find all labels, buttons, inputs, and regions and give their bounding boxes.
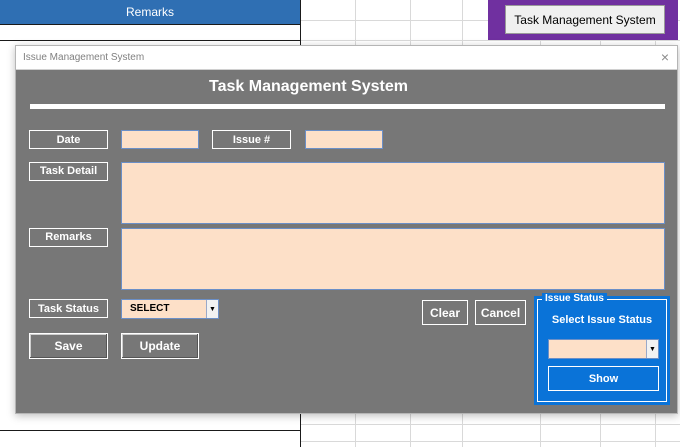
- grid-row-line: [301, 424, 680, 425]
- column-header-remarks[interactable]: Remarks: [0, 0, 300, 25]
- remarks-field[interactable]: [121, 228, 665, 290]
- row-divider: [0, 40, 300, 41]
- date-field[interactable]: [121, 130, 199, 149]
- task-detail-field[interactable]: [121, 162, 665, 224]
- remarks-label: Remarks: [29, 228, 108, 247]
- task-status-dropdown[interactable]: SELECT ▼: [121, 299, 219, 319]
- issue-status-frame: Issue Status Select Issue Status ▼ Show: [534, 293, 670, 405]
- grid-row-line: [301, 441, 680, 442]
- issue-number-field[interactable]: [305, 130, 383, 149]
- cancel-button[interactable]: Cancel: [475, 300, 526, 325]
- issue-status-frame-label: Issue Status: [542, 293, 607, 305]
- form-heading: Task Management System: [209, 78, 408, 95]
- chevron-down-icon[interactable]: ▼: [646, 340, 658, 358]
- chevron-down-icon[interactable]: ▼: [206, 300, 218, 318]
- issue-status-dropdown[interactable]: ▼: [548, 339, 659, 359]
- task-status-value: SELECT: [130, 303, 170, 314]
- date-label: Date: [29, 130, 108, 149]
- close-icon[interactable]: ×: [661, 49, 669, 65]
- open-task-management-button[interactable]: Task Management System: [505, 5, 665, 34]
- select-issue-status-caption: Select Issue Status: [551, 314, 653, 326]
- clear-button[interactable]: Clear: [422, 300, 468, 325]
- task-status-label: Task Status: [29, 299, 108, 318]
- heading-divider: [30, 104, 665, 109]
- grid-row-line: [301, 40, 680, 41]
- issue-number-label: Issue #: [212, 130, 291, 149]
- row-divider: [0, 24, 300, 25]
- task-detail-label: Task Detail: [29, 162, 108, 181]
- row-divider: [0, 430, 300, 431]
- save-button[interactable]: Save: [29, 333, 108, 359]
- dialog-titlebar[interactable]: Issue Management System ×: [16, 46, 677, 70]
- update-button[interactable]: Update: [121, 333, 199, 359]
- show-button[interactable]: Show: [548, 366, 659, 391]
- dialog-title: Issue Management System: [23, 52, 145, 63]
- issue-management-dialog: Issue Management System × Task Managemen…: [15, 45, 678, 414]
